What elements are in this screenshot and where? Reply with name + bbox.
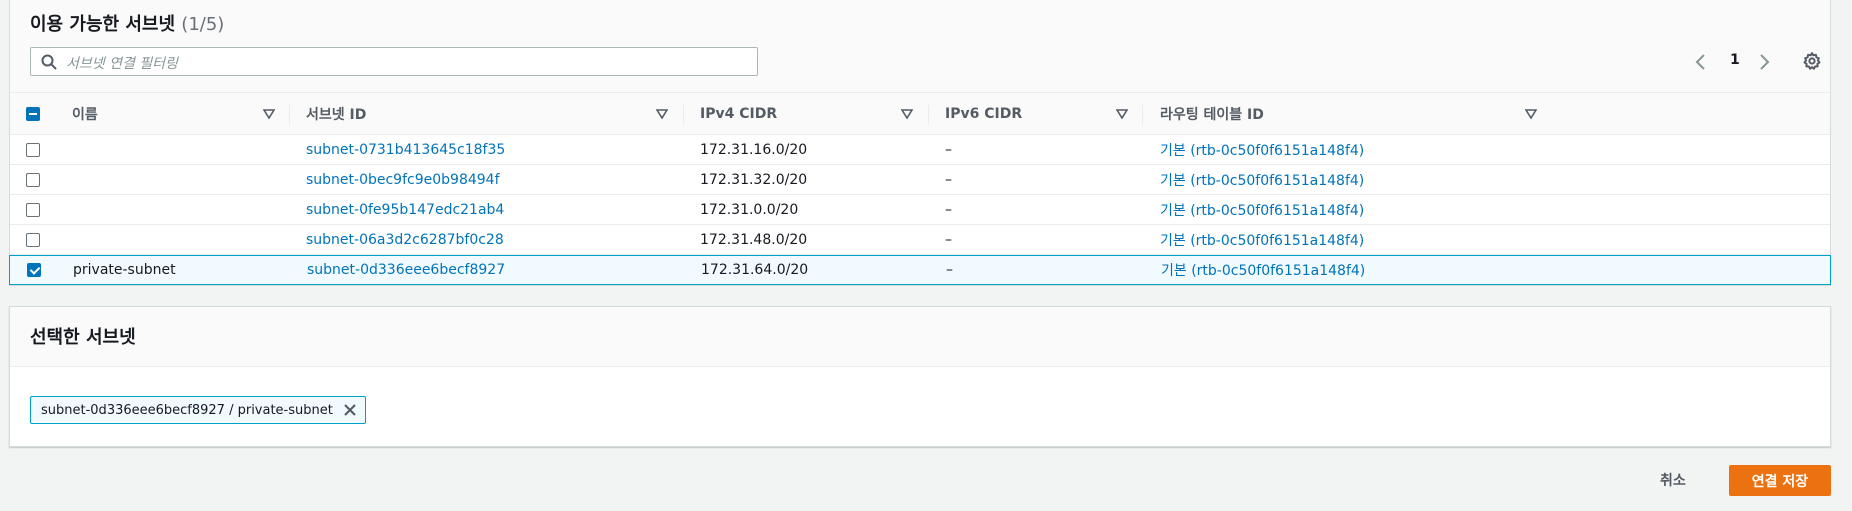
- cell-route-table-link[interactable]: 기본 (rtb-0c50f0f6151a148f4): [1160, 195, 1364, 224]
- filter-placeholder: 서브넷 연결 필터링: [66, 56, 178, 72]
- cell-ipv4-cidr: 172.31.0.0/20: [700, 201, 799, 218]
- cell-subnet-id-link[interactable]: subnet-0fe95b147edc21ab4: [306, 195, 504, 224]
- column-header-route-table-id[interactable]: 라우팅 테이블 ID: [1160, 93, 1264, 135]
- close-icon[interactable]: [343, 403, 357, 417]
- selected-panel-header: 선택한 서브넷: [10, 307, 1830, 367]
- table-row[interactable]: subnet-0731b413645c18f35 172.31.16.0/20 …: [10, 135, 1830, 165]
- subnet-filter-input[interactable]: 서브넷 연결 필터링: [30, 47, 758, 76]
- table-row[interactable]: subnet-0bec9fc9e0b98494f 172.31.32.0/20 …: [10, 165, 1830, 195]
- cell-ipv4-cidr: 172.31.16.0/20: [700, 141, 808, 158]
- table-row[interactable]: subnet-06a3d2c6287bf0c28 172.31.48.0/20 …: [10, 225, 1830, 255]
- row-checkbox[interactable]: [26, 143, 40, 157]
- cell-route-table-link[interactable]: 기본 (rtb-0c50f0f6151a148f4): [1161, 256, 1365, 284]
- sort-down-icon[interactable]: [1116, 108, 1128, 120]
- cell-ipv4-cidr: 172.31.48.0/20: [700, 231, 808, 248]
- cancel-button[interactable]: 취소: [1660, 470, 1686, 490]
- column-header-ipv6-cidr[interactable]: IPv6 CIDR: [945, 93, 1022, 135]
- column-header-ipv4-cidr[interactable]: IPv4 CIDR: [700, 93, 777, 135]
- chevron-left-icon[interactable]: [1692, 52, 1710, 72]
- cell-ipv6-cidr: –: [946, 262, 953, 278]
- row-checkbox[interactable]: [26, 233, 40, 247]
- cell-subnet-id-link[interactable]: subnet-0bec9fc9e0b98494f: [306, 165, 500, 194]
- page-number[interactable]: 1: [1730, 52, 1740, 68]
- cell-ipv4-cidr: 172.31.32.0/20: [700, 171, 808, 188]
- search-icon: [41, 54, 57, 70]
- cell-ipv4-cidr: 172.31.64.0/20: [701, 262, 809, 278]
- row-checkbox[interactable]: [26, 203, 40, 217]
- select-all-checkbox[interactable]: [26, 107, 40, 121]
- column-header-subnet-id[interactable]: 서브넷 ID: [306, 93, 366, 135]
- column-header-name[interactable]: 이름: [72, 93, 98, 135]
- panel-title-text: 이용 가능한 서브넷: [30, 14, 176, 35]
- column-divider[interactable]: [928, 105, 929, 125]
- cell-ipv6-cidr: –: [945, 231, 952, 248]
- table-row[interactable]: subnet-0fe95b147edc21ab4 172.31.0.0/20 –…: [10, 195, 1830, 225]
- cell-ipv6-cidr: –: [945, 201, 952, 218]
- cell-route-table-link[interactable]: 기본 (rtb-0c50f0f6151a148f4): [1160, 225, 1364, 254]
- gear-icon[interactable]: [1802, 51, 1822, 71]
- save-associations-button[interactable]: 연결 저장: [1729, 465, 1831, 496]
- sort-down-icon[interactable]: [263, 108, 275, 120]
- cell-ipv6-cidr: –: [945, 171, 952, 188]
- cell-name: private-subnet: [73, 262, 176, 278]
- column-divider[interactable]: [1142, 105, 1143, 125]
- sort-down-icon[interactable]: [656, 108, 668, 120]
- row-checkbox-checked[interactable]: [27, 263, 41, 277]
- panel-title: 이용 가능한 서브넷 (1/5): [30, 10, 224, 36]
- column-divider[interactable]: [289, 105, 290, 125]
- column-divider[interactable]: [683, 105, 684, 125]
- sort-down-icon[interactable]: [1525, 108, 1537, 120]
- token-label: subnet-0d336eee6becf8927 / private-subne…: [41, 402, 333, 418]
- panel-header: 이용 가능한 서브넷 (1/5) 서브넷 연결 필터링 1: [10, 0, 1830, 92]
- row-checkbox[interactable]: [26, 173, 40, 187]
- cell-subnet-id-link[interactable]: subnet-0731b413645c18f35: [306, 135, 505, 164]
- cell-subnet-id-link[interactable]: subnet-06a3d2c6287bf0c28: [306, 225, 504, 254]
- cell-subnet-id-link[interactable]: subnet-0d336eee6becf8927: [307, 256, 505, 284]
- selected-panel-title: 선택한 서브넷: [30, 327, 136, 348]
- panel-count: (1/5): [181, 14, 225, 35]
- cell-ipv6-cidr: –: [945, 141, 952, 158]
- table-row-selected[interactable]: private-subnet subnet-0d336eee6becf8927 …: [9, 255, 1831, 285]
- table-header: 이름 서브넷 ID IPv4 CIDR IPv6 CIDR 라우팅 테이블 ID: [10, 92, 1830, 135]
- cell-route-table-link[interactable]: 기본 (rtb-0c50f0f6151a148f4): [1160, 135, 1364, 164]
- chevron-right-icon[interactable]: [1755, 52, 1773, 72]
- available-subnets-panel: 이용 가능한 서브넷 (1/5) 서브넷 연결 필터링 1 이름 서브넷 ID …: [9, 0, 1831, 286]
- cell-route-table-link[interactable]: 기본 (rtb-0c50f0f6151a148f4): [1160, 165, 1364, 194]
- selected-subnets-panel: 선택한 서브넷 subnet-0d336eee6becf8927 / priva…: [9, 306, 1831, 447]
- sort-down-icon[interactable]: [901, 108, 913, 120]
- selected-subnet-token: subnet-0d336eee6becf8927 / private-subne…: [30, 396, 366, 424]
